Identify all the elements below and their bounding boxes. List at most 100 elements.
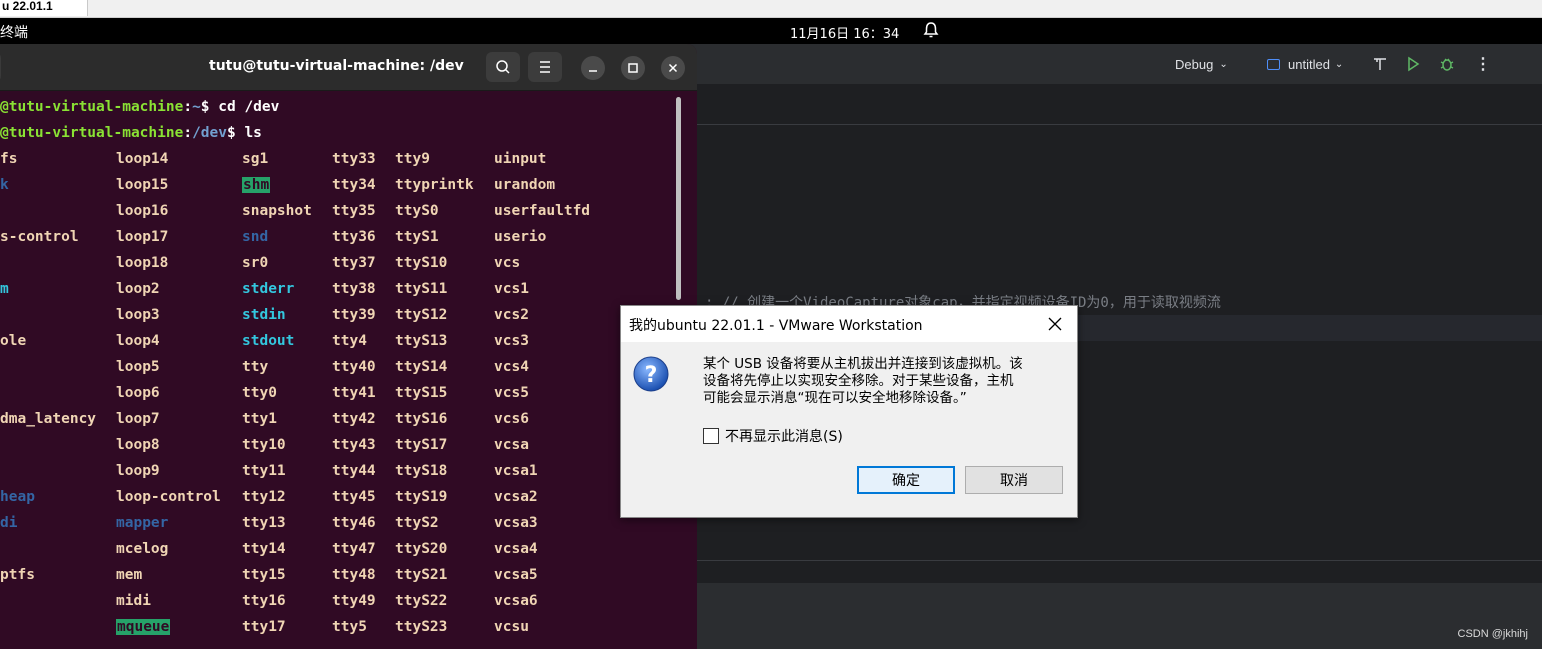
ls-entry: tty45 [332, 488, 376, 506]
dialog-titlebar: 我的ubuntu 22.01.1 - VMware Workstation [621, 306, 1077, 342]
terminal-output[interactable]: @tutu-virtual-machine:~$ cd /dev @tutu-vi… [0, 91, 686, 649]
more-button[interactable]: ⋮ [1475, 44, 1491, 84]
ls-entry: ttyS14 [395, 358, 447, 376]
ls-entry: vcs2 [494, 306, 529, 324]
ls-entry: snd [242, 228, 268, 246]
ls-entry: tty5 [332, 618, 367, 636]
ls-entry: tty34 [332, 176, 376, 194]
ls-entry: di [0, 514, 17, 532]
ls-entry: loop4 [116, 332, 160, 350]
ls-entry-text: vcsa2 [494, 489, 538, 505]
checkbox-box[interactable] [703, 428, 719, 444]
ls-entry: uinput [494, 150, 546, 168]
cancel-button[interactable]: 取消 [965, 466, 1063, 494]
ls-entry-text: tty42 [332, 411, 376, 427]
ls-entry-text: dma_latency [0, 411, 97, 427]
close-button[interactable] [661, 56, 685, 80]
ls-entry-text: ttyS10 [395, 255, 448, 271]
ls-entry: tty42 [332, 410, 376, 428]
ls-entry: heap [0, 488, 35, 506]
maximize-button[interactable] [621, 56, 645, 80]
ls-entry-text: ttyS17 [395, 437, 448, 453]
ls-entry-text: loop4 [116, 333, 160, 349]
ls-entry: vcsa4 [494, 540, 538, 558]
ls-entry-text: tty14 [242, 541, 286, 557]
ls-entry: mapper [116, 514, 168, 532]
ls-entry: stdin [242, 306, 286, 324]
menu-button[interactable] [528, 52, 562, 82]
run-config-debug[interactable]: Debug ⌄ [1175, 44, 1228, 84]
svg-text:?: ? [645, 363, 658, 388]
terminal-scrollbar[interactable] [676, 97, 681, 300]
ls-entry-text: loop9 [116, 463, 160, 479]
debug-button[interactable] [1439, 44, 1455, 84]
ls-entry: loop2 [116, 280, 160, 298]
ls-entry-text: tty41 [332, 385, 376, 401]
maximize-icon [628, 63, 638, 73]
ls-entry-text: tty48 [332, 567, 376, 583]
ls-entry: loop3 [116, 306, 160, 324]
terminal-window[interactable]: tutu@tutu-virtual-machine: /dev @tutu-vi… [0, 44, 697, 649]
ls-entry-text: tty44 [332, 463, 376, 479]
ls-entry-text: ttyS22 [395, 593, 448, 609]
vm-tab[interactable]: u 22.01.1 [0, 0, 88, 16]
ls-entry: ttyS2 [395, 514, 439, 532]
ls-entry: loop8 [116, 436, 160, 454]
ls-entry-text: tty45 [332, 489, 376, 505]
ok-button[interactable]: 确定 [857, 466, 955, 494]
ls-entry-text: stderr [242, 281, 295, 297]
ls-entry: k [0, 176, 9, 194]
search-button[interactable] [486, 52, 520, 82]
clock[interactable]: 11月16日 16：34 [790, 23, 899, 42]
ls-entry-text: loop2 [116, 281, 160, 297]
ls-entry: tty33 [332, 150, 376, 168]
close-icon [668, 63, 678, 73]
ls-entry: loop5 [116, 358, 160, 376]
config-label: untitled [1288, 56, 1330, 72]
ls-entry: loop15 [116, 176, 168, 194]
ls-entry-text: loop16 [116, 203, 169, 219]
ls-entry-text: tty12 [242, 489, 286, 505]
ls-entry-text: mqueue [116, 619, 171, 635]
ls-entry-text: ttyS14 [395, 359, 448, 375]
minimize-button[interactable] [581, 56, 605, 80]
close-icon[interactable] [1045, 314, 1065, 334]
dont-show-again-checkbox[interactable]: 不再显示此消息(S) [703, 426, 843, 446]
prompt-sep: : [183, 125, 193, 141]
watermark: CSDN @jkhihj [1457, 628, 1528, 640]
ls-entry-text: vcs4 [494, 359, 529, 375]
ls-entry-text: k [0, 177, 9, 193]
ls-entry: ttyS20 [395, 540, 447, 558]
ls-entry: loop-control [116, 488, 221, 506]
ls-entry: tty1 [242, 410, 277, 428]
ls-entry: ptfs [0, 566, 35, 584]
ls-entry: tty47 [332, 540, 376, 558]
ls-entry-text: m [0, 281, 9, 297]
ls-entry-text: vcsa [494, 437, 529, 453]
ls-entry-text: tty37 [332, 255, 376, 271]
ls-entry-text: loop5 [116, 359, 160, 375]
ls-entry-text: ttyS11 [395, 281, 448, 297]
app-menu-label[interactable]: 终端 [0, 22, 28, 42]
usb-dialog: 我的ubuntu 22.01.1 - VMware Workstation ? … [620, 305, 1078, 518]
ls-entry: tty35 [332, 202, 376, 220]
build-button[interactable] [1372, 44, 1388, 84]
ls-entry: ttyS22 [395, 592, 447, 610]
ls-entry: ttyS23 [395, 618, 447, 636]
ls-entry: tty17 [242, 618, 286, 636]
ls-entry-text: sr0 [242, 255, 269, 271]
ls-entry-text: di [0, 515, 18, 531]
ls-entry: vcsa1 [494, 462, 538, 480]
ls-entry-text: userio [494, 229, 547, 245]
ls-entry-text: ttyS1 [395, 229, 439, 245]
ls-entry: ole [0, 332, 26, 350]
ls-entry: snapshot [242, 202, 312, 220]
run-button[interactable] [1405, 44, 1421, 84]
message-line: 设备将先停止以实现安全移除。对于某些设备，主机 [703, 373, 1014, 389]
ls-entry-text: vcs3 [494, 333, 529, 349]
ls-entry-text: ttyS20 [395, 541, 448, 557]
ls-entry: ttyS18 [395, 462, 447, 480]
new-tab-button[interactable] [0, 52, 1, 82]
project-config[interactable]: untitled ⌄ [1267, 44, 1343, 84]
ls-entry-text: vcsa4 [494, 541, 538, 557]
